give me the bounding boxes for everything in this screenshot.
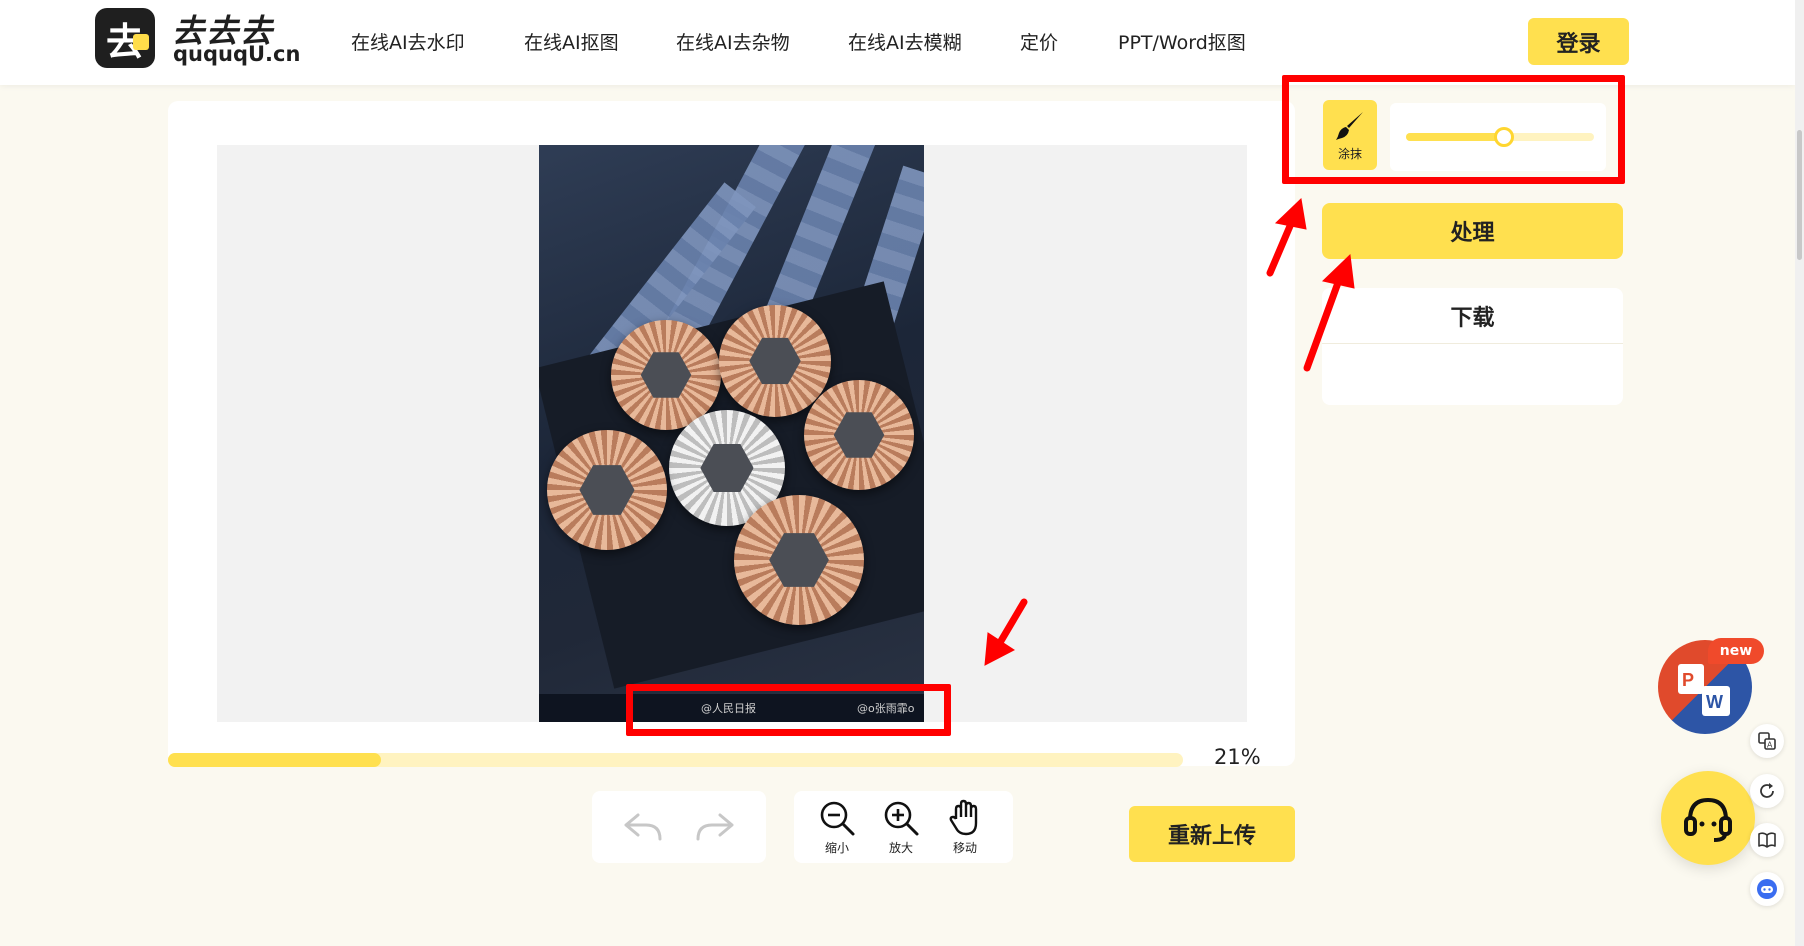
zoom-out-label: 缩小 (824, 841, 849, 855)
reader-button[interactable] (1750, 823, 1784, 857)
nav-item-deblur[interactable]: 在线AI去模糊 (848, 28, 962, 55)
nav-item-watermark-removal[interactable]: 在线AI去水印 (351, 28, 465, 55)
undo-icon (624, 813, 662, 841)
svg-text:P: P (1682, 670, 1694, 690)
download-panel: 下载 (1322, 288, 1623, 405)
brand-domain[interactable]: ququqU.cn (173, 42, 300, 66)
scrollbar-thumb[interactable] (1797, 130, 1802, 260)
nav-item-object-removal[interactable]: 在线AI去杂物 (676, 28, 790, 55)
uploaded-photo[interactable]: @人民日报 @o张雨霏o (539, 145, 924, 722)
assistant-icon (1757, 879, 1777, 899)
top-nav-bar: 去 去去去 ququqU.cn 在线AI去水印 在线AI抠图 在线AI去杂物 在… (0, 0, 1795, 85)
annotation-box-watermark (626, 684, 951, 736)
translate-button[interactable]: A (1750, 724, 1784, 758)
book-icon (1758, 832, 1776, 848)
nav-item-cutout[interactable]: 在线AI抠图 (524, 28, 619, 55)
nav-item-ppt-word-cutout[interactable]: PPT/Word抠图 (1118, 28, 1246, 55)
download-button[interactable]: 下载 (1322, 288, 1623, 344)
view-controls: 缩小 放大 移动 (794, 791, 1013, 863)
progress-percent: 21% (1214, 745, 1261, 769)
login-button[interactable]: 登录 (1528, 18, 1629, 65)
process-button[interactable]: 处理 (1322, 203, 1623, 259)
refresh-button[interactable] (1750, 774, 1784, 808)
undo-button[interactable] (622, 809, 664, 843)
nav-item-pricing[interactable]: 定价 (1020, 28, 1058, 55)
progress-fill (168, 753, 382, 767)
assistant-button[interactable] (1750, 872, 1784, 906)
move-button[interactable]: 移动 (946, 799, 984, 856)
hand-icon (949, 799, 978, 836)
bronze-medal (734, 495, 864, 625)
new-badge: new (1708, 638, 1764, 664)
zoom-in-icon (884, 801, 919, 836)
bronze-medal (547, 430, 667, 550)
bronze-medal (804, 380, 914, 490)
redo-button[interactable] (694, 809, 736, 843)
move-label: 移动 (952, 841, 977, 855)
translate-icon: A (1758, 732, 1776, 750)
site-logo[interactable]: 去 (95, 8, 155, 68)
logo-accent (133, 34, 149, 50)
zoom-in-button[interactable]: 放大 (882, 799, 920, 856)
zoom-out-button[interactable]: 缩小 (818, 799, 856, 856)
bronze-medal (719, 305, 831, 417)
svg-text:A: A (1767, 741, 1773, 750)
reupload-button[interactable]: 重新上传 (1129, 806, 1295, 862)
progress-bar (168, 753, 1183, 767)
svg-text:W: W (1706, 692, 1723, 712)
headset-icon (1684, 797, 1732, 842)
history-controls (592, 791, 766, 863)
zoom-in-label: 放大 (888, 841, 913, 855)
annotation-box-brush (1282, 75, 1625, 184)
redo-icon (696, 813, 734, 841)
zoom-out-icon (820, 801, 855, 836)
customer-service-button[interactable] (1661, 771, 1755, 865)
refresh-icon (1760, 783, 1774, 798)
